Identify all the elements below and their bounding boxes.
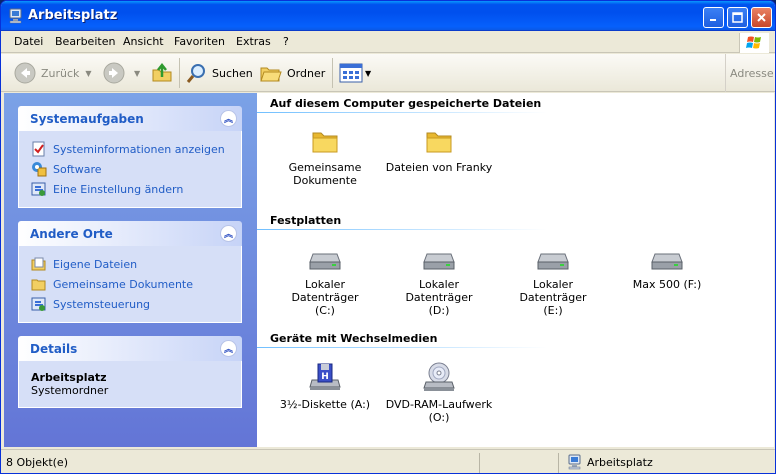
address-label[interactable]: Adresse [725, 54, 775, 92]
details-panel: Details ︽ Arbeitsplatz Systemordner [18, 336, 242, 408]
menu-extras[interactable]: Extras [236, 35, 271, 48]
back-label: Zurück [41, 66, 80, 80]
place-my-documents[interactable]: Eigene Dateien [31, 254, 231, 274]
task-software[interactable]: Software [31, 159, 231, 179]
windows-logo [739, 33, 769, 53]
folders-button[interactable]: Ordner [259, 60, 325, 86]
group-divider [257, 112, 547, 113]
maximize-button[interactable] [727, 7, 748, 28]
other-places-header[interactable]: Andere Orte ︽ [18, 221, 242, 246]
dvd-drive-icon [423, 362, 455, 391]
back-button[interactable]: Zurück ▼ [13, 60, 92, 86]
task-pane: Systemaufgaben ︽ Systeminformationen anz… [4, 93, 257, 447]
hard-disk-icon [537, 253, 569, 270]
task-change-setting[interactable]: Eine Einstellung ändern [31, 179, 231, 199]
status-separator [479, 453, 480, 473]
group-title-removable: Geräte mit Wechselmedien [270, 332, 438, 345]
status-location: Arbeitsplatz [567, 454, 653, 470]
my-computer-icon [9, 8, 22, 24]
window-title: Arbeitsplatz [28, 8, 118, 23]
group-title-disks: Festplatten [270, 214, 342, 227]
folders-label: Ordner [287, 66, 326, 80]
system-info-icon [32, 141, 45, 157]
group-divider [257, 347, 547, 348]
minimize-icon [710, 19, 716, 21]
item-floppy-a[interactable]: H 3½-Diskette (A:) [270, 362, 380, 411]
shared-folder-icon [31, 279, 46, 291]
hard-disk-icon [309, 253, 341, 270]
hard-disk-icon [651, 253, 683, 270]
back-arrow-icon [14, 62, 36, 84]
toolbar-separator [179, 58, 180, 88]
menu-bearbeiten[interactable]: Bearbeiten [55, 35, 115, 48]
menu-datei[interactable]: Datei [14, 35, 43, 48]
title-bar[interactable]: Arbeitsplatz [1, 1, 775, 31]
toolbar: Zurück ▼ ▼ Suchen Ordner ▼ [1, 54, 775, 92]
my-computer-icon [568, 454, 581, 470]
details-name: Arbeitsplatz [31, 371, 107, 384]
status-separator [558, 453, 559, 473]
close-button[interactable] [751, 7, 772, 28]
details-type: Systemordner [31, 384, 109, 397]
control-panel-icon [31, 297, 46, 311]
search-button[interactable]: Suchen [186, 60, 253, 86]
system-tasks-header[interactable]: Systemaufgaben ︽ [18, 106, 242, 131]
collapse-chevron-icon[interactable]: ︽ [220, 340, 237, 357]
item-franky-files[interactable]: Dateien von Franky [384, 127, 494, 174]
item-shared-documents[interactable]: Gemeinsame Dokumente [270, 127, 380, 187]
folders-icon [260, 67, 282, 82]
back-dropdown-icon[interactable]: ▼ [85, 69, 91, 78]
place-shared-documents[interactable]: Gemeinsame Dokumente [31, 274, 231, 294]
search-label: Suchen [212, 66, 253, 80]
software-icon [32, 162, 47, 177]
status-bar: 8 Objekt(e) Arbeitsplatz [1, 449, 775, 473]
collapse-chevron-icon[interactable]: ︽ [220, 110, 237, 127]
other-places-title: Andere Orte [30, 227, 113, 241]
status-object-count: 8 Objekt(e) [6, 456, 68, 469]
menu-help[interactable]: ? [283, 35, 289, 48]
views-icon [339, 63, 363, 83]
hard-disk-icon [423, 253, 455, 270]
minimize-button[interactable] [703, 7, 724, 28]
other-places-panel: Andere Orte ︽ Eigene Dateien Gemeinsame … [18, 221, 242, 323]
task-system-info[interactable]: Systeminformationen anzeigen [31, 139, 231, 159]
control-panel-icon [31, 182, 46, 196]
forward-arrow-icon [103, 62, 125, 84]
menu-favoriten[interactable]: Favoriten [174, 35, 225, 48]
my-documents-icon [31, 257, 46, 271]
folder-icon [312, 132, 338, 153]
status-location-label: Arbeitsplatz [587, 455, 653, 469]
item-drive-d[interactable]: Lokaler Datenträger (D:) [384, 248, 494, 317]
forward-button[interactable]: ▼ [102, 60, 140, 86]
details-header[interactable]: Details ︽ [18, 336, 242, 361]
explorer-window: Arbeitsplatz Datei Bearbeiten Ansicht Fa… [0, 0, 776, 474]
svg-text:H: H [321, 372, 329, 382]
system-tasks-panel: Systemaufgaben ︽ Systeminformationen anz… [18, 106, 242, 208]
views-dropdown-icon[interactable]: ▼ [365, 69, 371, 78]
group-divider [257, 229, 547, 230]
close-icon [757, 13, 766, 22]
item-drive-e[interactable]: Lokaler Datenträger (E:) [498, 248, 608, 317]
up-folder-button[interactable] [151, 60, 173, 86]
folder-icon [426, 132, 452, 153]
item-dvd-o[interactable]: DVD-RAM-Laufwerk (O:) [384, 362, 494, 424]
system-tasks-title: Systemaufgaben [30, 112, 144, 126]
place-control-panel[interactable]: Systemsteuerung [31, 294, 231, 314]
collapse-chevron-icon[interactable]: ︽ [220, 225, 237, 242]
views-button[interactable]: ▼ [339, 60, 371, 86]
menu-ansicht[interactable]: Ansicht [123, 35, 164, 48]
forward-dropdown-icon[interactable]: ▼ [134, 69, 140, 78]
search-icon [186, 64, 205, 83]
menu-bar: Datei Bearbeiten Ansicht Favoriten Extra… [1, 31, 775, 53]
item-drive-f[interactable]: Max 500 (F:) [612, 248, 722, 291]
maximize-icon [732, 12, 743, 23]
details-title: Details [30, 342, 78, 356]
toolbar-separator [332, 58, 333, 88]
up-folder-icon [152, 62, 172, 82]
group-title-stored: Auf diesem Computer gespeicherte Dateien [270, 97, 542, 110]
content-pane: Auf diesem Computer gespeicherte Dateien… [257, 93, 774, 447]
floppy-drive-icon: H [309, 363, 341, 390]
item-drive-c[interactable]: Lokaler Datenträger (C:) [270, 248, 380, 317]
windows-flag-icon [746, 36, 761, 49]
